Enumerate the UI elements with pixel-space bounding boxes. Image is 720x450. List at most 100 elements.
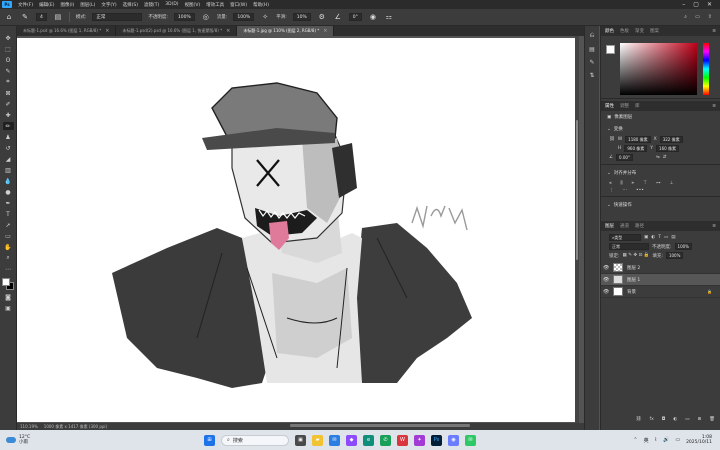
layer-row[interactable]: 👁 背景 🔒: [601, 286, 720, 298]
close-icon[interactable]: ×: [105, 28, 109, 34]
filter-pixel-icon[interactable]: ▣: [644, 235, 648, 240]
symmetry-icon[interactable]: ⚏: [384, 12, 394, 22]
menu-help[interactable]: 帮助(H): [250, 2, 272, 8]
menu-file[interactable]: 文件(F): [15, 2, 36, 8]
panel-menu-icon[interactable]: ≡: [712, 224, 720, 229]
chat-icon[interactable]: ✉: [465, 434, 476, 446]
align-top-icon[interactable]: ⊤: [643, 181, 647, 186]
history-panel-icon[interactable]: ⎌: [590, 32, 595, 40]
flow-field[interactable]: 100%: [233, 13, 255, 21]
tab-document-1[interactable]: 未标题-1.psd @ 16.6% (图层 1, RGB/8) * ×: [17, 26, 117, 36]
ps-logo-icon[interactable]: Ps: [2, 1, 12, 8]
new-group-icon[interactable]: ▭: [685, 417, 689, 422]
canvas-area[interactable]: [17, 36, 597, 423]
tab-document-2[interactable]: 未标题-1.psd(2).psd @ 16.6% (图层 1, 快速蒙版/8) …: [116, 26, 238, 36]
menu-edit[interactable]: 编辑(E): [36, 2, 57, 8]
workspace-icon[interactable]: ▭: [695, 14, 700, 20]
layer-name[interactable]: 背景: [627, 289, 636, 295]
tab-color[interactable]: 颜色: [605, 28, 614, 34]
angle-field[interactable]: 0.00°: [616, 154, 633, 161]
menu-3d[interactable]: 3D(D): [162, 2, 181, 7]
foreground-color-swatch[interactable]: [2, 278, 10, 286]
adjust-panel-icon[interactable]: ⇅: [589, 72, 594, 79]
app-icon[interactable]: ◆: [346, 434, 357, 446]
artwork-canvas[interactable]: [17, 38, 575, 422]
pressure-size-icon[interactable]: ◉: [368, 12, 378, 22]
comments-panel-icon[interactable]: ▤: [589, 46, 595, 53]
frame-tool-icon[interactable]: ⊠: [3, 89, 14, 97]
vertical-scroll-thumb[interactable]: [576, 120, 578, 260]
panel-menu-icon[interactable]: ≡: [712, 29, 720, 34]
path-select-tool-icon[interactable]: ➚: [3, 221, 14, 229]
minimize-button[interactable]: –: [682, 1, 685, 8]
menu-window[interactable]: 窗口(W): [227, 2, 250, 8]
lasso-tool-icon[interactable]: ʘ: [3, 56, 14, 64]
share-icon[interactable]: ⇪: [708, 14, 712, 20]
volume-icon[interactable]: 🔊: [663, 437, 669, 443]
wechat-icon[interactable]: ✆: [380, 434, 391, 446]
app-icon[interactable]: ◉: [448, 434, 459, 446]
healing-brush-tool-icon[interactable]: ✚: [3, 111, 14, 119]
task-view-icon[interactable]: ▣: [295, 434, 306, 446]
ime-indicator[interactable]: 英: [644, 437, 649, 444]
zoom-tool-icon[interactable]: ⌕: [3, 254, 14, 262]
close-icon[interactable]: ×: [323, 28, 327, 34]
edge-icon[interactable]: e: [363, 434, 374, 446]
align-right-icon[interactable]: ⫸: [632, 180, 635, 186]
tab-paths[interactable]: 路径: [635, 223, 644, 229]
tab-patterns[interactable]: 图案: [650, 28, 659, 34]
flip-vertical-icon[interactable]: ⇵: [663, 155, 667, 160]
clone-stamp-tool-icon[interactable]: ♟: [3, 133, 14, 141]
gradient-tool-icon[interactable]: ▥: [3, 166, 14, 174]
distribute-icon[interactable]: ⋯: [623, 188, 628, 193]
filter-smart-icon[interactable]: ▤: [671, 235, 675, 240]
quick-mask-icon[interactable]: ◙: [3, 293, 14, 301]
more-options-icon[interactable]: •••: [636, 188, 644, 193]
angle-icon[interactable]: ∠: [333, 12, 343, 22]
color-field[interactable]: [620, 43, 697, 95]
wps-icon[interactable]: W: [397, 434, 408, 446]
hue-slider[interactable]: [703, 43, 709, 95]
tab-properties[interactable]: 属性: [605, 103, 614, 109]
transform-section-title[interactable]: ⌄ 变换: [601, 123, 720, 135]
tab-swatches[interactable]: 色板: [620, 28, 629, 34]
menu-view[interactable]: 视图(V): [182, 2, 204, 8]
fill-field[interactable]: 100%: [665, 252, 684, 259]
x-field[interactable]: 322 像素: [659, 136, 683, 143]
filter-type-icon[interactable]: T: [658, 235, 661, 240]
eraser-tool-icon[interactable]: ◢: [3, 155, 14, 163]
panel-menu-icon[interactable]: ≡: [712, 104, 720, 109]
photoshop-icon[interactable]: Ps: [431, 434, 442, 446]
battery-icon[interactable]: ▭: [675, 437, 680, 443]
app-icon[interactable]: ✦: [414, 434, 425, 446]
quick-actions-title[interactable]: ⌄ 快速操作: [601, 199, 720, 211]
search-box[interactable]: ⌕ 搜索: [221, 434, 289, 446]
layer-name[interactable]: 图层 1: [627, 277, 640, 283]
eye-icon[interactable]: 👁: [603, 265, 609, 271]
tab-gradients[interactable]: 渐变: [635, 28, 644, 34]
width-field[interactable]: 1180 像素: [625, 136, 651, 143]
brush-size-field[interactable]: 4: [36, 13, 47, 21]
weather-widget[interactable]: 12°C 小雨: [0, 435, 140, 445]
new-layer-icon[interactable]: ⊞: [698, 417, 702, 422]
fx-icon[interactable]: fx: [649, 417, 653, 422]
filter-shape-icon[interactable]: ▭: [664, 235, 668, 240]
link-layers-icon[interactable]: ⛓: [636, 417, 642, 422]
link-icon[interactable]: ⛓: [609, 137, 615, 142]
more-tools-icon[interactable]: ⋯: [3, 265, 14, 273]
windows-start-icon[interactable]: ⊞: [204, 434, 215, 446]
dodge-tool-icon[interactable]: ●: [3, 188, 14, 196]
layer-row[interactable]: 👁 图层 1: [601, 274, 720, 286]
delete-layer-icon[interactable]: 🗑: [709, 417, 715, 422]
brush-settings-icon[interactable]: ✎: [589, 59, 594, 66]
menu-filter[interactable]: 滤镜(T): [141, 2, 162, 8]
align-bottom-icon[interactable]: ⊥: [670, 181, 674, 186]
brush-tool-icon[interactable]: ✏: [2, 122, 14, 130]
pressure-opacity-icon[interactable]: ◎: [201, 12, 211, 22]
tab-libraries[interactable]: 库: [635, 103, 640, 109]
close-icon[interactable]: ×: [226, 28, 230, 34]
document-info[interactable]: 1000 像素 x 1417 像素 (300 ppi): [44, 424, 107, 430]
close-button[interactable]: ✕: [707, 1, 712, 8]
layer-name[interactable]: 图层 2: [627, 265, 640, 271]
eyedropper-tool-icon[interactable]: ✐: [3, 100, 14, 108]
